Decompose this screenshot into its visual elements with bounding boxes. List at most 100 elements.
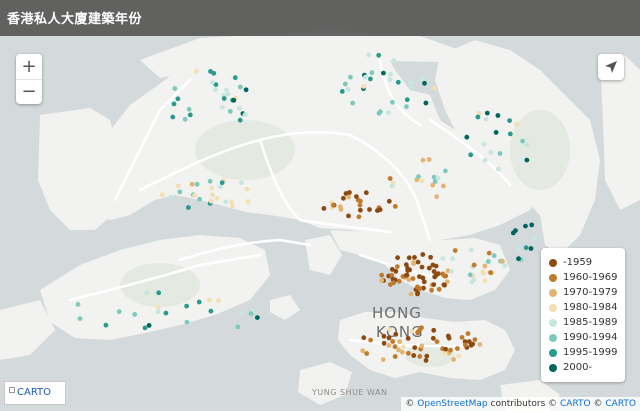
building-point[interactable] [468, 342, 474, 348]
building-point[interactable] [168, 194, 174, 200]
building-point[interactable] [219, 104, 225, 110]
building-point[interactable] [235, 324, 241, 330]
building-point[interactable] [386, 343, 392, 348]
building-point[interactable] [410, 276, 416, 281]
building-point[interactable] [341, 195, 346, 201]
building-point[interactable] [210, 79, 215, 85]
building-point[interactable] [443, 168, 448, 174]
building-point[interactable] [387, 176, 393, 181]
building-point[interactable] [406, 255, 412, 261]
building-point[interactable] [500, 258, 505, 264]
building-point[interactable] [475, 114, 481, 120]
building-point[interactable] [368, 76, 373, 82]
building-point[interactable] [387, 327, 392, 332]
building-point[interactable] [356, 214, 362, 220]
building-point[interactable] [448, 347, 453, 353]
building-point[interactable] [347, 190, 352, 195]
building-point[interactable] [237, 117, 243, 123]
building-point[interactable] [412, 255, 417, 260]
carto-link-2[interactable]: CARTO [605, 399, 636, 409]
building-point[interactable] [242, 112, 248, 118]
building-point[interactable] [531, 236, 536, 241]
building-point[interactable] [156, 290, 162, 296]
building-point[interactable] [493, 130, 499, 135]
building-point[interactable] [481, 141, 487, 147]
building-point[interactable] [415, 284, 420, 290]
building-point[interactable] [184, 303, 190, 309]
building-point[interactable] [144, 290, 150, 296]
building-point[interactable] [223, 199, 229, 205]
building-point[interactable] [369, 70, 375, 76]
building-point[interactable] [459, 335, 465, 340]
building-point[interactable] [400, 349, 405, 355]
building-point[interactable] [426, 265, 432, 271]
building-point[interactable] [364, 351, 370, 356]
building-point[interactable] [386, 335, 392, 341]
building-point[interactable] [192, 193, 198, 198]
building-point[interactable] [524, 142, 530, 148]
building-point[interactable] [207, 178, 213, 184]
building-point[interactable] [172, 86, 178, 91]
building-point[interactable] [419, 178, 425, 184]
building-point[interactable] [408, 80, 414, 86]
building-point[interactable] [434, 339, 440, 344]
building-point[interactable] [393, 268, 399, 274]
building-point[interactable] [390, 99, 395, 105]
building-point[interactable] [515, 246, 520, 252]
building-point[interactable] [465, 331, 471, 336]
building-point[interactable] [420, 252, 426, 257]
building-point[interactable] [221, 96, 227, 101]
building-point[interactable] [491, 253, 497, 259]
building-point[interactable] [248, 311, 254, 317]
building-point[interactable] [363, 190, 369, 196]
building-point[interactable] [196, 299, 202, 305]
building-point[interactable] [405, 268, 411, 273]
building-point[interactable] [516, 256, 521, 262]
building-point[interactable] [482, 263, 488, 269]
building-point[interactable] [231, 97, 237, 103]
building-point[interactable] [342, 81, 348, 87]
building-point[interactable] [409, 329, 415, 334]
building-point[interactable] [523, 223, 528, 229]
zoom-out-button[interactable]: − [16, 79, 42, 104]
building-point[interactable] [367, 207, 372, 212]
building-point[interactable] [392, 354, 398, 359]
building-point[interactable] [360, 348, 366, 354]
building-point[interactable] [431, 327, 437, 333]
building-point[interactable] [415, 329, 421, 335]
building-point[interactable] [103, 322, 109, 328]
building-point[interactable] [419, 325, 424, 331]
building-point[interactable] [331, 202, 336, 208]
building-point[interactable] [368, 337, 373, 343]
building-point[interactable] [529, 222, 535, 228]
building-point[interactable] [207, 297, 212, 303]
building-point[interactable] [227, 109, 233, 114]
building-point[interactable] [381, 333, 387, 339]
building-point[interactable] [345, 87, 351, 92]
building-point[interactable] [177, 189, 183, 195]
building-point[interactable] [442, 273, 447, 279]
building-point[interactable] [391, 58, 397, 63]
building-point[interactable] [420, 275, 426, 281]
building-point[interactable] [375, 208, 380, 214]
building-point[interactable] [210, 192, 215, 198]
building-point[interactable] [420, 157, 426, 163]
building-point[interactable] [471, 277, 477, 283]
building-point[interactable] [155, 309, 161, 314]
building-point[interactable] [428, 254, 433, 260]
building-point[interactable] [406, 350, 411, 356]
building-point[interactable] [468, 152, 474, 158]
building-point[interactable] [397, 339, 403, 345]
building-point[interactable] [208, 308, 214, 314]
building-point[interactable] [366, 52, 371, 58]
building-point[interactable] [510, 230, 516, 236]
building-point[interactable] [255, 315, 260, 320]
building-point[interactable] [216, 298, 221, 303]
building-point[interactable] [209, 185, 215, 191]
building-point[interactable] [244, 186, 250, 192]
building-point[interactable] [435, 175, 441, 181]
building-point[interactable] [186, 106, 192, 112]
building-point[interactable] [482, 158, 488, 163]
building-point[interactable] [451, 357, 456, 362]
building-point[interactable] [238, 310, 244, 316]
